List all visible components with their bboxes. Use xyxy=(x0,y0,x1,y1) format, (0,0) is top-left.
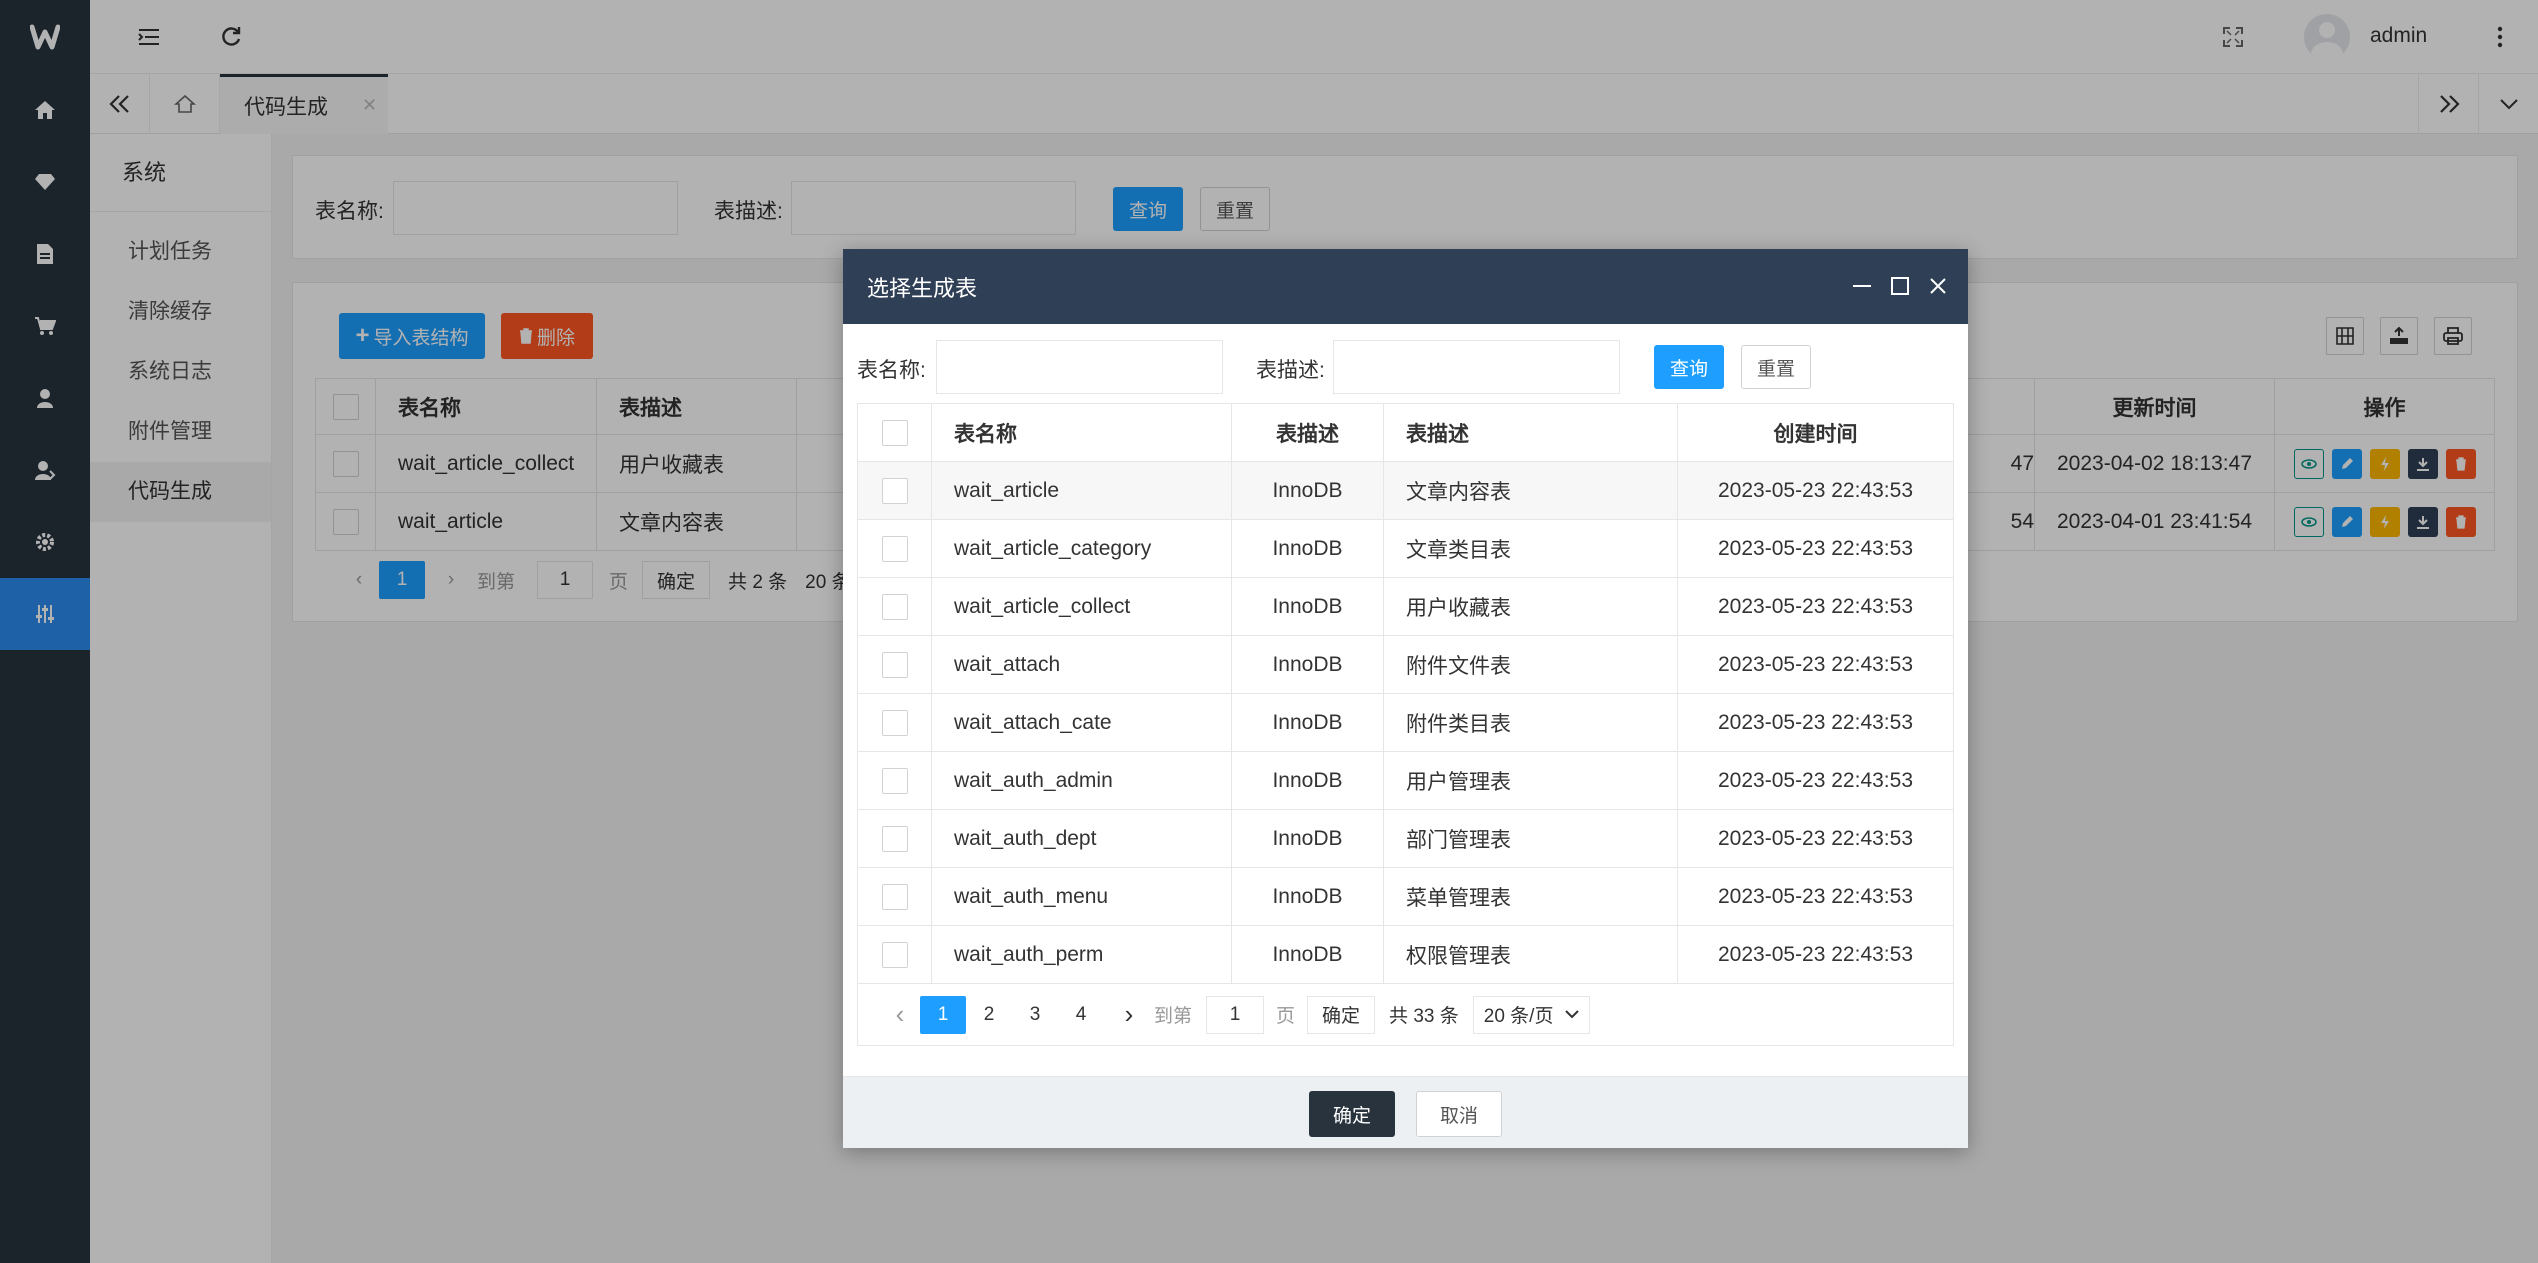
goto-input[interactable]: 1 xyxy=(1206,995,1265,1034)
row-desc: 文章类目表 xyxy=(1383,519,1678,578)
row-engine: InnoDB xyxy=(1231,867,1384,926)
row-checkbox[interactable] xyxy=(881,593,908,620)
page-2[interactable]: 2 xyxy=(966,996,1012,1034)
table-row[interactable]: wait_auth_menu InnoDB 菜单管理表 2023-05-23 2… xyxy=(857,867,1954,926)
modal-name-label: 表名称: xyxy=(857,359,926,382)
col-engine-header: 表描述 xyxy=(1231,403,1384,462)
row-name: wait_article xyxy=(931,461,1232,520)
row-checkbox[interactable] xyxy=(881,651,908,678)
table-row[interactable]: wait_attach_cate InnoDB 附件类目表 2023-05-23… xyxy=(857,693,1954,752)
row-checkbox[interactable] xyxy=(881,767,908,794)
page-label: 页 xyxy=(1276,1006,1296,1027)
modal-desc-input[interactable] xyxy=(1333,340,1620,394)
col-created-header: 创建时间 xyxy=(1677,403,1954,462)
row-desc: 菜单管理表 xyxy=(1383,867,1678,926)
row-created: 2023-05-23 22:43:53 xyxy=(1677,693,1954,752)
row-engine: InnoDB xyxy=(1231,635,1384,694)
modal-close-button[interactable] xyxy=(1925,273,1951,299)
row-created: 2023-05-23 22:43:53 xyxy=(1677,519,1954,578)
row-name: wait_attach xyxy=(931,635,1232,694)
select-table-modal: 选择生成表 表名称: 表描述: 查询 重置 表名称 表描述 表描述 创建时间 w… xyxy=(843,249,1968,1148)
row-desc: 附件文件表 xyxy=(1383,635,1678,694)
modal-query-button[interactable]: 查询 xyxy=(1654,345,1724,389)
table-row[interactable]: wait_article_category InnoDB 文章类目表 2023-… xyxy=(857,519,1954,578)
modal-header: 选择生成表 xyxy=(843,249,1968,324)
total-count: 共 33 条 xyxy=(1389,1006,1459,1027)
next-page-icon[interactable]: › xyxy=(1104,999,1154,1030)
modal-pagination: ‹ 1 2 3 4 › 到第 1 页 确定 共 33 条 20 条/页 xyxy=(880,995,1931,1034)
row-name: wait_article_category xyxy=(931,519,1232,578)
row-engine: InnoDB xyxy=(1231,693,1384,752)
row-engine: InnoDB xyxy=(1231,461,1384,520)
row-name: wait_article_collect xyxy=(931,577,1232,636)
row-engine: InnoDB xyxy=(1231,809,1384,868)
col-desc-header: 表描述 xyxy=(1383,403,1678,462)
modal-cancel-button[interactable]: 取消 xyxy=(1416,1091,1502,1137)
row-desc: 用户收藏表 xyxy=(1383,577,1678,636)
row-checkbox[interactable] xyxy=(881,941,908,968)
chevron-down-icon xyxy=(1565,1010,1580,1019)
modal-desc-label: 表描述: xyxy=(1256,359,1325,382)
row-created: 2023-05-23 22:43:53 xyxy=(1677,461,1954,520)
close-icon xyxy=(1930,278,1946,294)
row-engine: InnoDB xyxy=(1231,751,1384,810)
row-desc: 部门管理表 xyxy=(1383,809,1678,868)
table-row[interactable]: wait_auth_perm InnoDB 权限管理表 2023-05-23 2… xyxy=(857,925,1954,984)
row-created: 2023-05-23 22:43:53 xyxy=(1677,635,1954,694)
table-row[interactable]: wait_article_collect InnoDB 用户收藏表 2023-0… xyxy=(857,577,1954,636)
prev-page-icon[interactable]: ‹ xyxy=(880,999,920,1030)
row-desc: 权限管理表 xyxy=(1383,925,1678,984)
modal-confirm-button[interactable]: 确定 xyxy=(1309,1091,1395,1137)
goto-confirm-button[interactable]: 确定 xyxy=(1307,995,1376,1034)
row-desc: 用户管理表 xyxy=(1383,751,1678,810)
modal-minimize-button[interactable] xyxy=(1849,273,1875,299)
col-name-header: 表名称 xyxy=(931,403,1232,462)
page-3[interactable]: 3 xyxy=(1012,996,1058,1034)
modal-title: 选择生成表 xyxy=(867,275,978,301)
row-name: wait_auth_perm xyxy=(931,925,1232,984)
row-engine: InnoDB xyxy=(1231,925,1384,984)
row-desc: 文章内容表 xyxy=(1383,461,1678,520)
row-name: wait_auth_menu xyxy=(931,867,1232,926)
goto-label: 到第 xyxy=(1154,1006,1193,1027)
modal-name-input[interactable] xyxy=(936,340,1223,394)
table-row[interactable]: wait_article InnoDB 文章内容表 2023-05-23 22:… xyxy=(857,461,1954,520)
modal-reset-button[interactable]: 重置 xyxy=(1741,345,1811,389)
table-row[interactable]: wait_attach InnoDB 附件文件表 2023-05-23 22:4… xyxy=(857,635,1954,694)
row-checkbox[interactable] xyxy=(881,709,908,736)
minimize-icon xyxy=(1853,285,1871,287)
row-created: 2023-05-23 22:43:53 xyxy=(1677,751,1954,810)
page-size-select[interactable]: 20 条/页 xyxy=(1472,995,1591,1034)
modal-maximize-button[interactable] xyxy=(1887,273,1913,299)
row-created: 2023-05-23 22:43:53 xyxy=(1677,925,1954,984)
page-size-value: 20 条/页 xyxy=(1483,1006,1554,1027)
row-created: 2023-05-23 22:43:53 xyxy=(1677,809,1954,868)
row-engine: InnoDB xyxy=(1231,577,1384,636)
maximize-icon xyxy=(1891,277,1909,295)
row-checkbox[interactable] xyxy=(881,825,908,852)
row-checkbox[interactable] xyxy=(881,883,908,910)
row-created: 2023-05-23 22:43:53 xyxy=(1677,867,1954,926)
row-desc: 附件类目表 xyxy=(1383,693,1678,752)
modal-select-all-checkbox[interactable] xyxy=(881,419,908,446)
row-created: 2023-05-23 22:43:53 xyxy=(1677,577,1954,636)
page-4[interactable]: 4 xyxy=(1058,996,1104,1034)
page-1[interactable]: 1 xyxy=(920,995,966,1034)
row-checkbox[interactable] xyxy=(881,535,908,562)
row-engine: InnoDB xyxy=(1231,519,1384,578)
row-name: wait_attach_cate xyxy=(931,693,1232,752)
table-row[interactable]: wait_auth_dept InnoDB 部门管理表 2023-05-23 2… xyxy=(857,809,1954,868)
row-name: wait_auth_dept xyxy=(931,809,1232,868)
row-checkbox[interactable] xyxy=(881,477,908,504)
table-row[interactable]: wait_auth_admin InnoDB 用户管理表 2023-05-23 … xyxy=(857,751,1954,810)
row-name: wait_auth_admin xyxy=(931,751,1232,810)
modal-table: 表名称 表描述 表描述 创建时间 wait_article InnoDB 文章内… xyxy=(857,403,1954,1046)
modal-footer: 确定 取消 xyxy=(843,1076,1968,1148)
